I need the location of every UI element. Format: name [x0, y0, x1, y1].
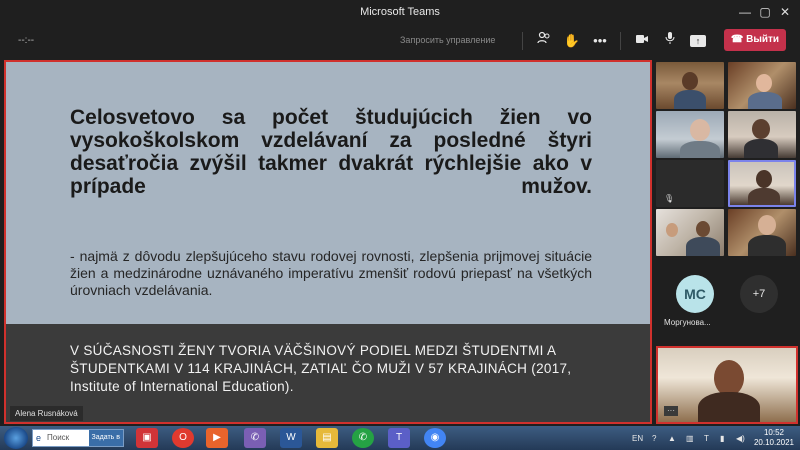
participant-body — [744, 139, 778, 158]
slide-upper-panel: Celosvetovo sa počet študujúcich žien vo… — [6, 62, 650, 324]
participant-body — [680, 141, 720, 158]
leave-button[interactable]: ☎ Выйти — [724, 29, 786, 51]
help-icon[interactable]: ? — [652, 434, 656, 443]
app-icon[interactable]: ▣ — [136, 428, 158, 448]
participant-head — [752, 119, 770, 139]
title-bar: Microsoft Teams — ▢ ✕ — [0, 0, 800, 24]
word-icon[interactable]: W — [280, 428, 302, 448]
participant-head — [666, 223, 678, 237]
meeting-toolbar: --:-- Запросить управление ✋ ••• ↑ ☎ Вый… — [0, 24, 800, 58]
search-tag: Задать в — [88, 430, 123, 446]
chrome-icon[interactable]: ◉ — [424, 428, 446, 448]
request-control-button[interactable]: Запросить управление — [400, 35, 495, 45]
folder-icon[interactable]: ▤ — [316, 428, 338, 448]
participant-video[interactable] — [728, 62, 796, 109]
taskbar-search-input[interactable]: e Поиск Задать в — [32, 429, 124, 447]
tray-expand-icon[interactable]: ▲ — [668, 434, 676, 443]
mic-muted-icon: 🎙 — [664, 194, 675, 203]
participant-head — [756, 170, 772, 188]
participant-body — [748, 92, 782, 109]
participant-video[interactable] — [656, 62, 724, 109]
participant-head — [690, 119, 710, 141]
participant-body — [748, 188, 780, 205]
more-icon[interactable]: ••• — [590, 31, 610, 51]
participant-video-off[interactable]: 🎙 — [656, 160, 724, 207]
taskbar-clock[interactable]: 10:52 20.10.2021 — [750, 428, 798, 448]
toolbar-divider — [522, 32, 523, 50]
windows-taskbar: e Поиск Задать в ▣ O ▶ ✆ W ▤ ✆ T ◉ EN ? … — [0, 426, 800, 450]
teams-icon[interactable]: T — [388, 428, 410, 448]
toolbar-divider — [620, 32, 621, 50]
participant-head — [756, 74, 772, 92]
self-video[interactable]: ··· — [656, 346, 798, 424]
slide-lower-panel: V SÚČASNOSTI ŽENY TVORIA VÄČŠINOVÝ PODIE… — [6, 324, 650, 422]
participant-body — [686, 237, 720, 256]
phone-icon: ☎ — [730, 34, 747, 45]
media-icon[interactable]: ▶ — [206, 428, 228, 448]
participant-body — [674, 90, 706, 109]
leave-label: Выйти — [746, 34, 780, 45]
opera-icon[interactable]: O — [172, 428, 194, 448]
meeting-timer: --:-- — [18, 35, 35, 46]
participant-video[interactable] — [656, 209, 724, 256]
teams-tray-icon[interactable]: T — [704, 434, 709, 443]
raise-hand-icon[interactable]: ✋ — [562, 31, 582, 51]
participant-video[interactable] — [728, 111, 796, 158]
participant-head — [682, 72, 698, 90]
slide-footer-text: V SÚČASNOSTI ŽENY TVORIA VÄČŠINOVÝ PODIE… — [70, 343, 572, 394]
clock-time: 10:52 — [763, 428, 785, 437]
more-participants-button[interactable]: +7 — [740, 275, 778, 313]
search-placeholder: Поиск — [47, 433, 70, 442]
search-icon: e — [36, 433, 42, 443]
language-indicator[interactable]: EN — [632, 434, 643, 443]
more-options-icon[interactable]: ··· — [664, 406, 678, 416]
close-icon[interactable]: ✕ — [776, 3, 794, 21]
participant-body — [748, 235, 786, 256]
participant-video-active[interactable] — [728, 160, 796, 207]
volume-icon[interactable]: ◀) — [736, 434, 745, 443]
participant-avatar[interactable]: МС — [676, 275, 714, 313]
network-icon[interactable]: ▥ — [686, 434, 694, 443]
participant-head — [696, 221, 710, 237]
slide-heading: Celosvetovo sa počet študujúcich žien vo… — [70, 106, 592, 198]
mic-icon[interactable] — [660, 31, 680, 51]
clock-date: 20.10.2021 — [753, 438, 795, 447]
viber-icon[interactable]: ✆ — [244, 428, 266, 448]
battery-icon[interactable]: ▮ — [720, 434, 724, 443]
participant-body — [698, 392, 760, 422]
participant-head — [714, 360, 744, 396]
participant-avatar-name: Моргунова... — [664, 318, 711, 327]
participant-head — [758, 215, 776, 235]
window-title: Microsoft Teams — [360, 6, 440, 18]
camera-icon[interactable] — [632, 31, 652, 51]
people-icon[interactable] — [534, 31, 554, 51]
minimize-icon[interactable]: — — [736, 3, 754, 21]
maximize-icon[interactable]: ▢ — [756, 3, 774, 21]
slide-body: - najmä z dôvodu zlepšujúceho stavu rodo… — [70, 248, 592, 298]
share-icon[interactable]: ↑ — [690, 35, 706, 47]
start-button[interactable] — [4, 427, 28, 449]
shared-screen: Celosvetovo sa počet študujúcich žien vo… — [4, 60, 652, 424]
participant-video[interactable] — [656, 111, 724, 158]
presenter-name-label: Alena Rusnáková — [10, 406, 83, 421]
whatsapp-icon[interactable]: ✆ — [352, 428, 374, 448]
participant-video[interactable] — [728, 209, 796, 256]
